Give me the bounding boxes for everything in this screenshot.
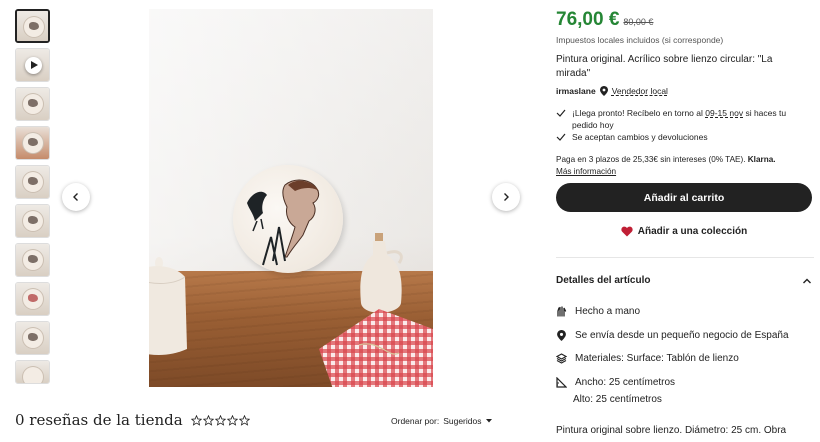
returns-text: Se aceptan cambios y devoluciones [572,132,708,142]
star-outline-icon [202,414,214,426]
local-seller-badge[interactable]: Vendedor local [612,86,668,96]
ceramic-jug [360,233,403,313]
taxes-note: Impuestos locales incluidos (si correspo… [556,35,724,45]
installments-text: Paga en 3 plazos de 25,33€ sin intereses… [556,155,748,164]
checkered-napkin [319,309,433,387]
detail-width-text: Ancho: 25 centímetros [575,377,676,388]
chevron-up-icon [803,278,811,283]
installments-info: Paga en 3 plazos de 25,33€ sin intereses… [556,154,812,178]
reviews-title: 0 reseñas de la tienda [15,411,183,429]
detail-height-text: Alto: 25 centímetros [573,394,662,405]
delivery-prefix: ¡Llega pronto! Recíbelo en torno al [572,108,706,118]
shop-reviews: 0 reseñas de la tienda [15,411,250,429]
thumbnail-8[interactable] [15,282,50,316]
star-outline-icon [238,414,250,426]
add-to-collection-button[interactable]: Añadir a una colección [556,226,812,237]
detail-handmade-text: Hecho a mano [575,306,641,317]
item-details-toggle[interactable]: Detalles del artículo [556,275,812,286]
star-outline-icon [226,414,238,426]
sort-dropdown[interactable]: Ordenar por: Sugeridos [391,416,493,426]
next-image-button[interactable] [492,183,520,211]
seller-row: irmaslane Vendedor local [556,86,668,96]
sort-value: Sugeridos [443,416,482,426]
detail-shipping-origin: Se envía desde un pequeño negocio de Esp… [556,330,789,341]
chevron-right-icon [504,193,509,201]
detail-materials-text: Materiales: Surface: Tablón de lienzo [575,353,739,364]
item-details-heading: Detalles del artículo [556,275,651,286]
thumbnail-video[interactable] [15,48,50,82]
play-icon [25,57,42,74]
ruler-icon [556,377,567,388]
original-price: 80,00 € [623,17,654,27]
detail-width: Ancho: 25 centímetros [556,377,675,388]
location-pin-icon [599,86,608,96]
delivery-dates[interactable]: 09-15 nov [705,108,743,118]
rating-stars [190,414,250,426]
previous-image-button[interactable] [62,183,90,211]
thumbnail-4[interactable] [15,126,50,160]
materials-icon [556,353,567,364]
chevron-left-icon [73,193,78,201]
add-to-cart-button[interactable]: Añadir al carrito [556,183,812,212]
price-row: 76,00 € 80,00 € [556,9,653,31]
thumbnail-6[interactable] [15,204,50,238]
seller-name-link[interactable]: irmaslane [556,86,596,96]
detail-handmade: Hecho a mano [556,306,640,317]
check-icon [556,109,566,117]
divider [556,257,814,258]
hand-icon [556,306,567,317]
sort-label: Ordenar por: [391,416,440,426]
add-to-collection-label: Añadir a una colección [637,226,748,237]
detail-materials: Materiales: Surface: Tablón de lienzo [556,353,739,364]
star-outline-icon [214,414,226,426]
thumbnail-10[interactable] [15,360,50,384]
delivery-estimate: ¡Llega pronto! Recíbelo en torno al 09-1… [556,107,812,131]
item-description: Pintura original sobre lienzo. Diámetro:… [556,425,787,436]
product-title: Pintura original. Acrílico sobre lienzo … [556,54,773,79]
star-outline-icon [190,414,202,426]
returns-policy: Se aceptan cambios y devoluciones [556,131,812,143]
location-pin-icon [556,330,567,341]
detail-height: Alto: 25 centímetros [573,394,662,405]
detail-shipping-text: Se envía desde un pequeño negocio de Esp… [575,330,789,341]
thumbnail-9[interactable] [15,321,50,355]
check-icon [556,133,566,141]
ceramic-pot [149,257,187,355]
thumbnail-1[interactable] [15,9,50,43]
main-product-image[interactable] [149,9,433,387]
caret-down-icon [486,419,493,423]
current-price: 76,00 € [556,9,620,30]
circular-painting [233,165,343,273]
heart-icon [621,226,633,237]
thumbnail-strip [15,9,51,389]
more-info-link[interactable]: Más información [556,167,616,176]
thumbnail-7[interactable] [15,243,50,277]
thumbnail-3[interactable] [15,87,50,121]
thumbnail-5[interactable] [15,165,50,199]
klarna-label: Klarna. [747,155,776,164]
